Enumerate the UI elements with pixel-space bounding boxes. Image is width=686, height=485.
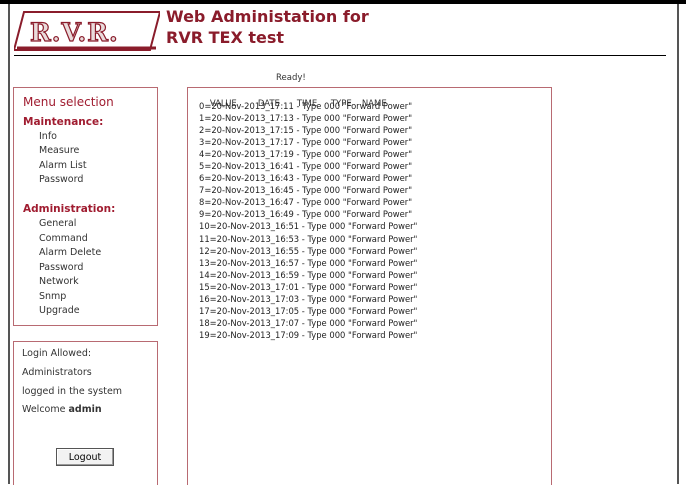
log-row: 16=20-Nov-2013_17:03 - Type 000 "Forward… <box>199 293 418 304</box>
log-list: 0=20-Nov-2013_17:11 - Type 000 "Forward … <box>199 100 417 341</box>
logout-button[interactable]: Logout <box>56 448 114 466</box>
username: admin <box>68 404 102 415</box>
menu-panel: Menu selection Maintenance: Info Measure… <box>13 87 158 326</box>
menu-item-snmp[interactable]: Snmp <box>39 291 66 302</box>
log-row: 14=20-Nov-2013_16:59 - Type 000 "Forward… <box>199 269 418 280</box>
log-row: 4=20-Nov-2013_17:19 - Type 000 "Forward … <box>199 149 413 160</box>
log-row: 11=20-Nov-2013_16:53 - Type 000 "Forward… <box>199 233 418 244</box>
welcome-message: Welcome admin <box>22 404 102 415</box>
log-row: 3=20-Nov-2013_17:17 - Type 000 "Forward … <box>199 137 413 148</box>
menu-item-alarm-list[interactable]: Alarm List <box>39 160 87 171</box>
log-row: 15=20-Nov-2013_17:01 - Type 000 "Forward… <box>199 281 418 292</box>
status-text: Ready! <box>276 73 306 83</box>
log-row: 12=20-Nov-2013_16:55 - Type 000 "Forward… <box>199 245 418 256</box>
log-row: 7=20-Nov-2013_16:45 - Type 000 "Forward … <box>199 185 413 196</box>
header-divider <box>14 55 666 56</box>
page-left-border <box>8 4 10 484</box>
log-row: 2=20-Nov-2013_17:15 - Type 000 "Forward … <box>199 125 413 136</box>
rvr-logo: R.V.R. <box>14 10 160 52</box>
menu-item-network[interactable]: Network <box>39 276 79 287</box>
log-row: 8=20-Nov-2013_16:47 - Type 000 "Forward … <box>199 197 413 208</box>
menu-item-info[interactable]: Info <box>39 131 57 142</box>
administration-heading: Administration: <box>23 203 116 215</box>
menu-item-upgrade[interactable]: Upgrade <box>39 305 80 316</box>
log-row: 18=20-Nov-2013_17:07 - Type 000 "Forward… <box>199 317 418 328</box>
menu-item-alarm-delete[interactable]: Alarm Delete <box>39 247 101 258</box>
log-row: 10=20-Nov-2013_16:51 - Type 000 "Forward… <box>199 221 418 232</box>
log-row: 1=20-Nov-2013_17:13 - Type 000 "Forward … <box>199 113 413 124</box>
menu-title: Menu selection <box>23 95 114 109</box>
log-row: 19=20-Nov-2013_17:09 - Type 000 "Forward… <box>199 329 418 340</box>
page-title-line2: RVR TEX test <box>166 28 285 47</box>
login-panel: Login Allowed: Administrators logged in … <box>13 341 158 485</box>
login-role-label: Administrators <box>22 367 92 378</box>
menu-item-maintenance-password[interactable]: Password <box>39 174 83 185</box>
welcome-prefix: Welcome <box>22 404 66 415</box>
log-row: 13=20-Nov-2013_16:57 - Type 000 "Forward… <box>199 257 418 268</box>
maintenance-heading: Maintenance: <box>23 116 104 128</box>
log-row: 17=20-Nov-2013_17:05 - Type 000 "Forward… <box>199 305 418 316</box>
logo-text: R.V.R. <box>30 18 119 47</box>
login-status-label: logged in the system <box>22 386 123 397</box>
page-top-border <box>0 0 686 4</box>
alarm-log-panel: VALUE DATE TIME TYPE NAME 0=20-Nov-2013_17:1… <box>187 87 552 485</box>
log-row: 5=20-Nov-2013_16:41 - Type 000 "Forward … <box>199 161 413 172</box>
menu-item-admin-password[interactable]: Password <box>39 262 83 273</box>
page-title: Web Administation for RVR TEX test <box>166 6 369 48</box>
login-allowed-label: Login Allowed: <box>22 348 92 359</box>
log-row: 0=20-Nov-2013_17:11 - Type 000 "Forward … <box>199 101 413 111</box>
menu-item-measure[interactable]: Measure <box>39 145 79 156</box>
page-right-border <box>677 4 679 484</box>
menu-item-command[interactable]: Command <box>39 233 88 244</box>
log-row: 6=20-Nov-2013_16:43 - Type 000 "Forward … <box>199 173 413 184</box>
menu-item-general[interactable]: General <box>39 218 76 229</box>
log-row: 9=20-Nov-2013_16:49 - Type 000 "Forward … <box>199 209 413 220</box>
page-title-line1: Web Administation for <box>166 7 369 26</box>
